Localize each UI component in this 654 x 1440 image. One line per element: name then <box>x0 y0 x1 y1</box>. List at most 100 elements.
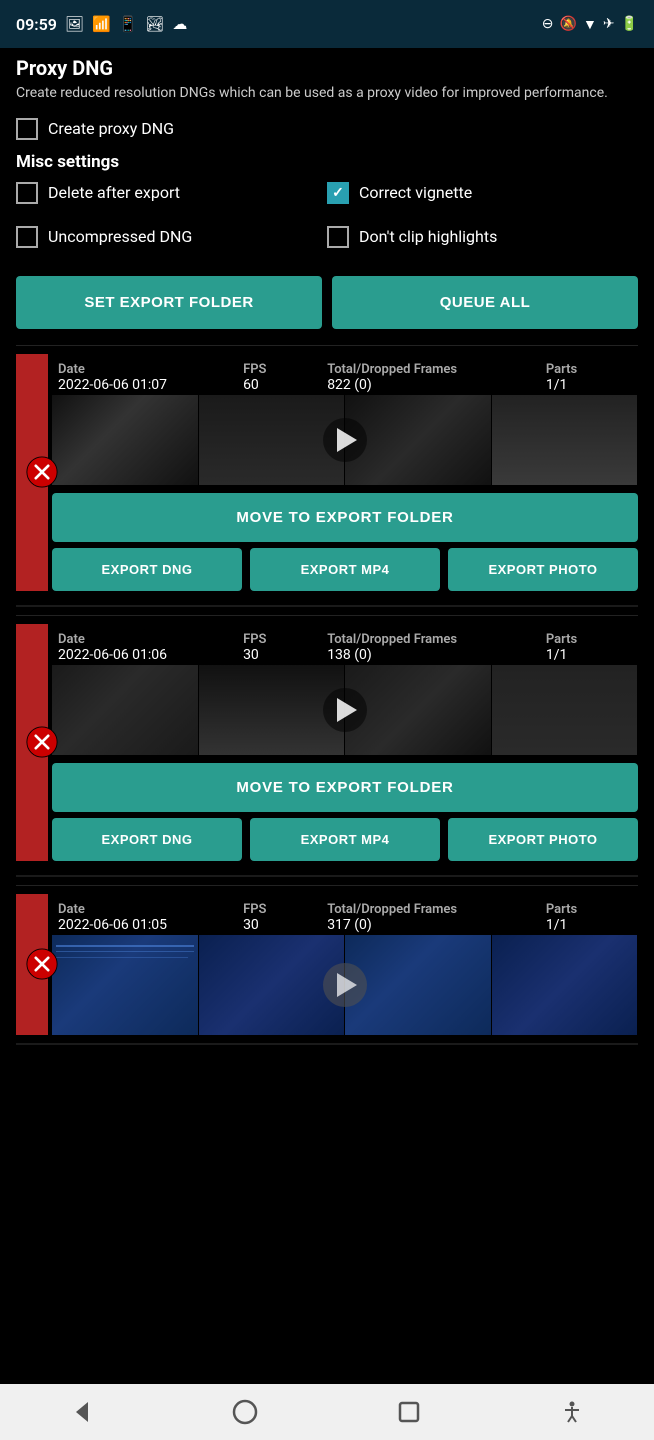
uncompressed-dng-row[interactable]: Uncompressed DNG <box>16 226 327 248</box>
recording-1-date-col: Date 2022-06-06 01:07 <box>58 362 243 393</box>
photo-icon: 🖼 <box>65 15 84 33</box>
back-button[interactable] <box>52 1390 112 1434</box>
misc-settings-title: Misc settings <box>16 152 638 172</box>
mute-icon: 🔕 <box>560 16 577 32</box>
delete-after-export-checkbox[interactable] <box>16 182 38 204</box>
recording-3-thumbnails[interactable] <box>52 935 638 1035</box>
recording-3-frames-col: Total/Dropped Frames 317 (0) <box>327 902 546 933</box>
dont-clip-highlights-label: Don't clip highlights <box>359 227 497 246</box>
navigation-bar <box>0 1384 654 1440</box>
recording-item-1: Date 2022-06-06 01:07 FPS 60 Total/Dropp… <box>16 354 638 607</box>
recording-1-frames-value: 822 (0) <box>327 377 546 393</box>
recording-1-fps-label: FPS <box>243 362 327 377</box>
export-dng-button-1[interactable]: EXPORT DNG <box>52 548 242 591</box>
recording-1-thumbnails[interactable] <box>52 395 638 485</box>
correct-vignette-row[interactable]: Correct vignette <box>327 182 638 204</box>
home-button[interactable] <box>215 1390 275 1434</box>
recording-3-date-col: Date 2022-06-06 01:05 <box>58 902 243 933</box>
recording-2-date-label: Date <box>58 632 243 647</box>
recording-2-fps-col: FPS 30 <box>243 632 327 663</box>
recording-3-fps-col: FPS 30 <box>243 902 327 933</box>
delete-after-export-label: Delete after export <box>48 183 180 202</box>
main-content: Proxy DNG Create reduced resolution DNGs… <box>0 48 654 1045</box>
phone-icon: 📱 <box>119 15 138 33</box>
status-time: 09:59 <box>16 15 57 34</box>
recording-1-date-label: Date <box>58 362 243 377</box>
dont-clip-highlights-row[interactable]: Don't clip highlights <box>327 226 638 248</box>
recording-3-fps-label: FPS <box>243 902 327 917</box>
recording-2-frames-value: 138 (0) <box>327 647 546 663</box>
misc-settings-grid: Delete after export Correct vignette Unc… <box>16 182 638 260</box>
recording-1-parts-col: Parts 1/1 <box>546 362 630 393</box>
create-proxy-dng-label: Create proxy DNG <box>48 119 174 138</box>
recording-3-meta: Date 2022-06-06 01:05 FPS 30 Total/Dropp… <box>16 894 638 935</box>
play-button-3[interactable] <box>323 963 367 1007</box>
divider-1 <box>16 345 638 346</box>
close-recording-1-button[interactable] <box>24 454 60 490</box>
export-photo-button-1[interactable]: EXPORT PHOTO <box>448 548 638 591</box>
recording-item-2: Date 2022-06-06 01:06 FPS 30 Total/Dropp… <box>16 624 638 877</box>
dont-clip-highlights-checkbox[interactable] <box>327 226 349 248</box>
recording-2-date-value: 2022-06-06 01:06 <box>58 647 243 663</box>
recording-1-parts-label: Parts <box>546 362 630 377</box>
status-bar: 09:59 🖼 📶 📱 🏞 ☁ ⊖ 🔕 ▼ ✈ 🔋 <box>0 0 654 48</box>
recording-3-frames-label: Total/Dropped Frames <box>327 902 546 917</box>
delete-after-export-row[interactable]: Delete after export <box>16 182 327 204</box>
recording-3-date-value: 2022-06-06 01:05 <box>58 917 243 933</box>
recording-2-fps-value: 30 <box>243 647 327 663</box>
uncompressed-dng-checkbox[interactable] <box>16 226 38 248</box>
uncompressed-dng-label: Uncompressed DNG <box>48 227 192 246</box>
battery-icon: 🔋 <box>621 16 638 32</box>
recent-apps-button[interactable] <box>379 1390 439 1434</box>
minus-icon: ⊖ <box>542 16 554 32</box>
action-buttons: SET EXPORT FOLDER QUEUE ALL <box>16 276 638 329</box>
create-proxy-dng-checkbox[interactable] <box>16 118 38 140</box>
export-mp4-button-1[interactable]: EXPORT MP4 <box>250 548 440 591</box>
status-left: 09:59 🖼 📶 📱 🏞 ☁ <box>16 15 187 34</box>
recording-2-meta: Date 2022-06-06 01:06 FPS 30 Total/Dropp… <box>16 624 638 665</box>
status-icons-right: ⊖ 🔕 ▼ ✈ 🔋 <box>542 16 638 33</box>
export-mp4-button-2[interactable]: EXPORT MP4 <box>250 818 440 861</box>
correct-vignette-checkbox[interactable] <box>327 182 349 204</box>
close-recording-3-button[interactable] <box>24 946 60 982</box>
recording-3-parts-col: Parts 1/1 <box>546 902 630 933</box>
recording-2-export-row: EXPORT DNG EXPORT MP4 EXPORT PHOTO <box>52 818 638 861</box>
recording-1-export-row: EXPORT DNG EXPORT MP4 EXPORT PHOTO <box>52 548 638 591</box>
recording-3-date-label: Date <box>58 902 243 917</box>
page-description: Create reduced resolution DNGs which can… <box>16 84 638 104</box>
move-to-export-folder-button-1[interactable]: MOVE TO EXPORT FOLDER <box>52 493 638 542</box>
recording-1-frames-col: Total/Dropped Frames 822 (0) <box>327 362 546 393</box>
airplane-icon: ✈ <box>603 16 615 32</box>
cloud-icon: ☁ <box>172 15 187 33</box>
wifi-signal-icon: ▼ <box>583 16 597 33</box>
recording-2-frames-col: Total/Dropped Frames 138 (0) <box>327 632 546 663</box>
recording-3-parts-value: 1/1 <box>546 917 630 933</box>
recording-1-meta: Date 2022-06-06 01:07 FPS 60 Total/Dropp… <box>16 354 638 395</box>
recording-item-3: Date 2022-06-06 01:05 FPS 30 Total/Dropp… <box>16 894 638 1045</box>
recording-1-fps-value: 60 <box>243 377 327 393</box>
recording-3-fps-value: 30 <box>243 917 327 933</box>
divider-3 <box>16 885 638 886</box>
accessibility-button[interactable] <box>542 1390 602 1434</box>
recording-3-frames-value: 317 (0) <box>327 917 546 933</box>
recording-1-frames-label: Total/Dropped Frames <box>327 362 546 377</box>
play-button-2[interactable] <box>323 688 367 732</box>
recording-2-fps-label: FPS <box>243 632 327 647</box>
correct-vignette-label: Correct vignette <box>359 183 472 202</box>
close-recording-2-button[interactable] <box>24 724 60 760</box>
create-proxy-dng-row[interactable]: Create proxy DNG <box>16 118 638 140</box>
image-icon: 🏞 <box>145 15 164 33</box>
export-dng-button-2[interactable]: EXPORT DNG <box>52 818 242 861</box>
recording-1-date-value: 2022-06-06 01:07 <box>58 377 243 393</box>
recording-1-parts-value: 1/1 <box>546 377 630 393</box>
play-button-1[interactable] <box>323 418 367 462</box>
export-photo-button-2[interactable]: EXPORT PHOTO <box>448 818 638 861</box>
set-export-folder-button[interactable]: SET EXPORT FOLDER <box>16 276 322 329</box>
move-to-export-folder-button-2[interactable]: MOVE TO EXPORT FOLDER <box>52 763 638 812</box>
queue-all-button[interactable]: QUEUE ALL <box>332 276 638 329</box>
recording-2-parts-label: Parts <box>546 632 630 647</box>
divider-2 <box>16 615 638 616</box>
recording-2-thumbnails[interactable] <box>52 665 638 755</box>
recording-1-fps-col: FPS 60 <box>243 362 327 393</box>
page-title: Proxy DNG <box>16 56 638 80</box>
